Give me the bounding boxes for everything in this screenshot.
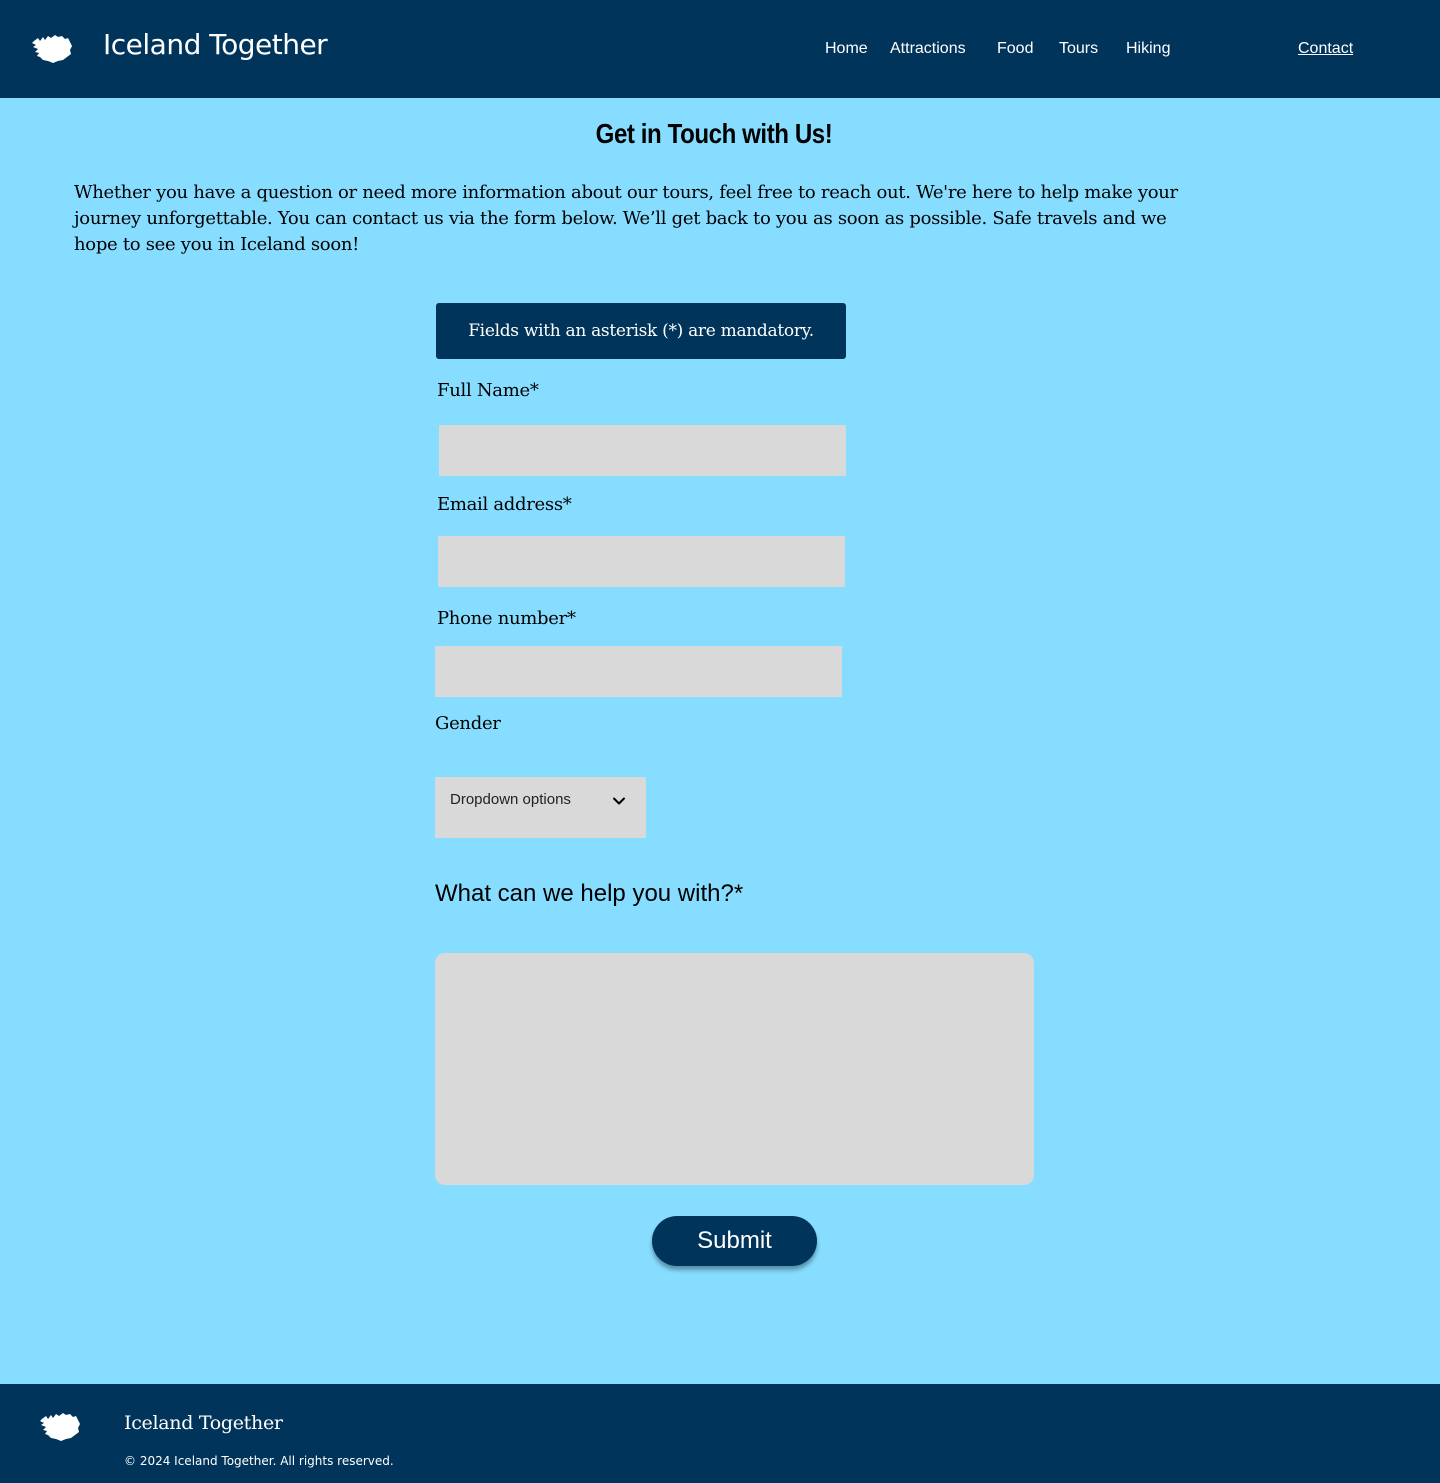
nav-food[interactable]: Food — [997, 40, 1033, 58]
gender-label: Gender — [435, 713, 501, 734]
intro-text: Whether you have a question or need more… — [74, 182, 1178, 255]
full-name-field[interactable] — [439, 425, 846, 476]
page-title: Get in Touch with Us! — [595, 118, 833, 149]
chevron-down-icon — [613, 797, 625, 805]
iceland-map-icon — [40, 1413, 80, 1441]
phone-field[interactable] — [435, 646, 842, 697]
submit-button[interactable]: Submit — [652, 1216, 817, 1266]
footer-copyright: © 2024 Iceland Together. All rights rese… — [124, 1454, 394, 1468]
iceland-map-icon[interactable] — [30, 32, 74, 64]
gender-select[interactable]: Dropdown options — [435, 777, 646, 838]
site-header: Iceland Together Home Attractions Food T… — [0, 0, 1440, 98]
nav-attractions[interactable]: Attractions — [890, 40, 966, 58]
email-label: Email address* — [437, 494, 572, 515]
nav-tours[interactable]: Tours — [1059, 40, 1098, 58]
nav-hiking[interactable]: Hiking — [1126, 40, 1170, 58]
email-field[interactable] — [438, 536, 845, 587]
site-footer: Iceland Together © 2024 Iceland Together… — [0, 1384, 1440, 1483]
nav-home[interactable]: Home — [825, 40, 868, 58]
message-textarea[interactable] — [435, 953, 1034, 1185]
nav-contact[interactable]: Contact — [1298, 40, 1353, 58]
message-label: What can we help you with?* — [435, 880, 744, 907]
site-brand[interactable]: Iceland Together — [103, 28, 328, 61]
gender-select-value: Dropdown options — [450, 791, 571, 808]
full-name-label: Full Name* — [437, 380, 539, 401]
phone-label: Phone number* — [437, 608, 576, 629]
footer-brand: Iceland Together — [124, 1412, 283, 1434]
mandatory-notice: Fields with an asterisk (*) are mandator… — [436, 303, 846, 359]
